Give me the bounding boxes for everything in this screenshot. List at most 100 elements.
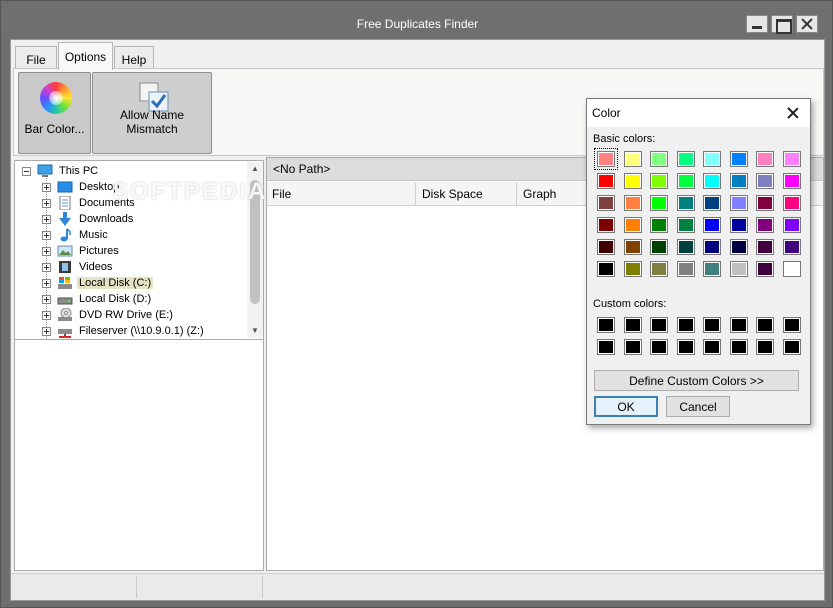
ok-button[interactable]: OK xyxy=(594,396,658,417)
basic-color-swatch[interactable] xyxy=(650,195,668,211)
expand-icon[interactable] xyxy=(42,199,51,208)
dialog-close-icon[interactable] xyxy=(785,105,801,121)
basic-color-swatch[interactable] xyxy=(729,173,748,189)
basic-color-swatch[interactable] xyxy=(756,195,774,211)
basic-color-swatch[interactable] xyxy=(703,261,721,277)
expand-icon[interactable] xyxy=(42,183,51,192)
bar-color-button[interactable]: Bar Color... xyxy=(18,72,91,154)
basic-color-swatch[interactable] xyxy=(756,173,774,189)
scrollbar-thumb[interactable] xyxy=(250,180,260,304)
tab-help[interactable]: Help xyxy=(114,46,154,70)
custom-color-swatch[interactable] xyxy=(650,317,668,333)
basic-color-swatch[interactable] xyxy=(756,261,774,277)
column-header-disk-space[interactable]: Disk Space xyxy=(417,182,517,205)
expand-icon[interactable] xyxy=(42,279,51,288)
tree-item-pictures[interactable]: Pictures xyxy=(15,243,247,259)
basic-color-swatch[interactable] xyxy=(729,151,748,167)
basic-color-swatch[interactable] xyxy=(729,195,748,211)
tab-options[interactable]: Options xyxy=(58,42,113,70)
expand-icon[interactable] xyxy=(42,263,51,272)
basic-color-swatch[interactable] xyxy=(597,173,615,189)
basic-color-swatch[interactable] xyxy=(597,239,615,255)
basic-color-swatch[interactable] xyxy=(597,217,615,233)
basic-color-swatch[interactable] xyxy=(623,217,642,233)
basic-color-swatch[interactable] xyxy=(676,261,695,277)
folder-tree[interactable]: This PC Desktop Documents Downloads Musi… xyxy=(14,160,264,341)
basic-color-swatch[interactable] xyxy=(782,173,801,189)
basic-color-swatch[interactable] xyxy=(703,239,721,255)
tree-scrollbar[interactable]: ▲ ▼ xyxy=(247,162,263,338)
basic-color-swatch[interactable] xyxy=(650,173,668,189)
tree-item-fileserver-z[interactable]: Fileserver (\\10.9.0.1) (Z:) xyxy=(15,323,247,339)
maximize-button[interactable] xyxy=(771,15,793,34)
custom-color-swatch[interactable] xyxy=(703,339,721,355)
custom-color-swatch[interactable] xyxy=(756,317,774,333)
basic-color-swatch[interactable] xyxy=(676,173,695,189)
custom-color-swatch[interactable] xyxy=(782,339,801,355)
custom-color-swatch[interactable] xyxy=(676,317,695,333)
tree-item-desktop[interactable]: Desktop xyxy=(15,179,247,195)
expand-icon[interactable] xyxy=(42,231,51,240)
expand-icon[interactable] xyxy=(42,247,51,256)
minimize-button[interactable] xyxy=(746,15,768,33)
basic-color-swatch[interactable] xyxy=(623,261,642,277)
tree-item-local-disk-d[interactable]: Local Disk (D:) xyxy=(15,291,247,307)
basic-color-swatch[interactable] xyxy=(676,239,695,255)
tree-item-downloads[interactable]: Downloads xyxy=(15,211,247,227)
basic-color-swatch[interactable] xyxy=(650,239,668,255)
allow-name-mismatch-button[interactable]: Allow Name Mismatch xyxy=(92,72,212,154)
basic-color-swatch[interactable] xyxy=(623,195,642,211)
basic-color-swatch[interactable] xyxy=(650,151,668,167)
basic-color-swatch[interactable] xyxy=(703,195,721,211)
custom-color-swatch[interactable] xyxy=(676,339,695,355)
basic-color-swatch[interactable] xyxy=(729,217,748,233)
basic-color-swatch[interactable] xyxy=(703,173,721,189)
custom-color-swatch[interactable] xyxy=(729,317,748,333)
scroll-up-arrow-icon[interactable]: ▲ xyxy=(247,162,263,176)
tree-item-music[interactable]: Music xyxy=(15,227,247,243)
basic-color-swatch[interactable] xyxy=(650,261,668,277)
custom-color-swatch[interactable] xyxy=(703,317,721,333)
tree-item-documents[interactable]: Documents xyxy=(15,195,247,211)
basic-color-swatch[interactable] xyxy=(756,217,774,233)
basic-color-swatch[interactable] xyxy=(782,195,801,211)
basic-color-swatch[interactable] xyxy=(756,239,774,255)
collapse-icon[interactable] xyxy=(22,167,31,176)
basic-color-swatch[interactable] xyxy=(782,217,801,233)
basic-color-swatch[interactable] xyxy=(782,151,801,167)
define-custom-colors-button[interactable]: Define Custom Colors >> xyxy=(594,370,799,391)
custom-color-swatch[interactable] xyxy=(756,339,774,355)
expand-icon[interactable] xyxy=(42,311,51,320)
basic-color-swatch[interactable] xyxy=(703,217,721,233)
custom-color-swatch[interactable] xyxy=(729,339,748,355)
custom-color-swatch[interactable] xyxy=(597,339,615,355)
tab-file[interactable]: File xyxy=(15,46,57,70)
custom-color-swatch[interactable] xyxy=(597,317,615,333)
custom-color-swatch[interactable] xyxy=(782,317,801,333)
close-button[interactable] xyxy=(796,15,818,33)
custom-color-swatch[interactable] xyxy=(623,317,642,333)
dialog-title-bar[interactable]: Color xyxy=(587,99,810,127)
title-bar[interactable]: Free Duplicates Finder xyxy=(1,1,832,39)
tree-item-this-pc[interactable]: This PC xyxy=(15,163,247,179)
basic-color-swatch[interactable] xyxy=(623,239,642,255)
basic-color-swatch[interactable] xyxy=(756,151,774,167)
tree-item-videos[interactable]: Videos xyxy=(15,259,247,275)
cancel-button[interactable]: Cancel xyxy=(666,396,730,417)
custom-color-swatch[interactable] xyxy=(623,339,642,355)
basic-color-swatch[interactable] xyxy=(676,217,695,233)
expand-icon[interactable] xyxy=(42,215,51,224)
basic-color-swatch[interactable] xyxy=(597,261,615,277)
basic-color-swatch[interactable] xyxy=(597,195,615,211)
basic-color-swatch[interactable] xyxy=(623,173,642,189)
basic-color-swatch[interactable] xyxy=(676,151,695,167)
basic-color-swatch[interactable] xyxy=(676,195,695,211)
expand-icon[interactable] xyxy=(42,327,51,336)
basic-color-swatch[interactable] xyxy=(729,239,748,255)
column-header-file[interactable]: File xyxy=(267,182,416,205)
tree-item-dvd-drive-e[interactable]: DVD RW Drive (E:) xyxy=(15,307,247,323)
basic-color-swatch[interactable] xyxy=(729,261,748,277)
expand-icon[interactable] xyxy=(42,295,51,304)
basic-color-swatch[interactable] xyxy=(623,151,642,167)
basic-color-swatch[interactable] xyxy=(650,217,668,233)
